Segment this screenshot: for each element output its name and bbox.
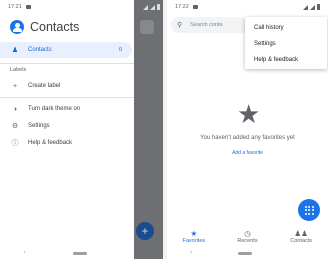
search-placeholder: Search conta [190,22,223,28]
tab-contacts[interactable]: ♟♟ Contacts [279,229,324,247]
status-icons [134,0,163,14]
empty-state-message: You haven't added any favorites yet [200,135,295,141]
drawer-item-settings[interactable]: ⚙ Settings [0,118,132,134]
left-screen: + 17:21 Contacts ♟ Contacts 0 Labels + C… [0,0,163,259]
dialpad-icon [304,205,314,215]
tab-favorites[interactable]: ★ Favorites [171,229,216,247]
dark-theme-icon: ◑ [12,105,18,113]
menu-item-help[interactable]: Help & feedback [254,57,298,63]
drawer-item-label: Turn dark theme on [28,106,81,112]
overflow-menu: Call history Settings Help & feedback [245,17,327,69]
system-nav-bar: ‹ [167,247,328,259]
status-time: 17:22 [175,4,189,10]
add-contact-fab: + [136,222,154,240]
signal-icon [150,4,155,10]
right-screen: 17:22 ⚲ Search conta Call history Settin… [167,0,328,259]
gear-icon: ⚙ [11,123,19,130]
clock-icon: ◷ [244,229,251,238]
tab-recents[interactable]: ◷ Recents [225,229,270,247]
menu-item-call-history[interactable]: Call history [254,25,284,31]
message-icon [25,5,31,9]
drawer-header: Contacts [10,20,79,34]
person-icon: ♟ [11,47,19,54]
signal-icon [310,4,315,10]
star-icon: ★ [237,99,261,129]
dialpad-button[interactable] [298,199,320,221]
drawer-item-label: Create label [28,83,61,89]
message-icon [192,5,198,9]
status-time: 17:21 [8,4,22,10]
divider [0,63,134,64]
navigation-drawer: 17:21 Contacts ♟ Contacts 0 Labels + Cre… [0,0,134,259]
drawer-item-dark-theme[interactable]: ◑ Turn dark theme on [0,101,132,117]
app-title: Contacts [30,20,80,34]
bottom-tab-bar: ★ Favorites ◷ Recents ♟♟ Contacts [167,229,328,247]
back-icon[interactable]: ‹ [190,250,192,256]
help-icon: ⓘ [11,140,19,147]
divider [0,97,134,98]
drawer-item-help[interactable]: ⓘ Help & feedback [0,135,132,151]
drawer-item-contacts[interactable]: ♟ Contacts 0 [0,42,132,58]
tab-label: Recents [237,238,258,244]
tab-label: Contacts [290,238,312,244]
plus-icon: + [12,82,18,90]
drawer-item-label: Settings [28,123,50,129]
wifi-icon [143,4,148,10]
system-nav-bar: ‹ [0,247,163,259]
drawer-item-create-label[interactable]: + Create label [0,78,132,94]
menu-item-settings[interactable]: Settings [254,41,276,47]
home-pill-icon[interactable] [238,251,253,255]
wifi-icon [303,4,308,10]
home-pill-icon[interactable] [72,251,87,255]
labels-section-heading: Labels [10,67,27,73]
battery-icon [157,4,160,10]
contacts-logo-icon [10,20,24,34]
drawer-item-label: Help & feedback [28,140,73,146]
add-favorite-link[interactable]: Add a favorite [167,150,328,156]
back-icon[interactable]: ‹ [24,250,26,256]
dimmed-app-background[interactable]: + [134,0,163,259]
status-bar: 17:21 [0,0,134,14]
battery-icon [317,4,320,10]
drawer-item-label: Contacts [28,47,52,53]
contacts-count: 0 [118,47,122,53]
people-icon: ♟♟ [294,229,308,238]
status-bar: 17:22 [167,0,328,14]
search-icon: ⚲ [177,22,183,29]
dimmed-toolbar-button [140,20,154,34]
star-icon: ★ [190,229,198,238]
tab-label: Favorites [182,238,206,244]
